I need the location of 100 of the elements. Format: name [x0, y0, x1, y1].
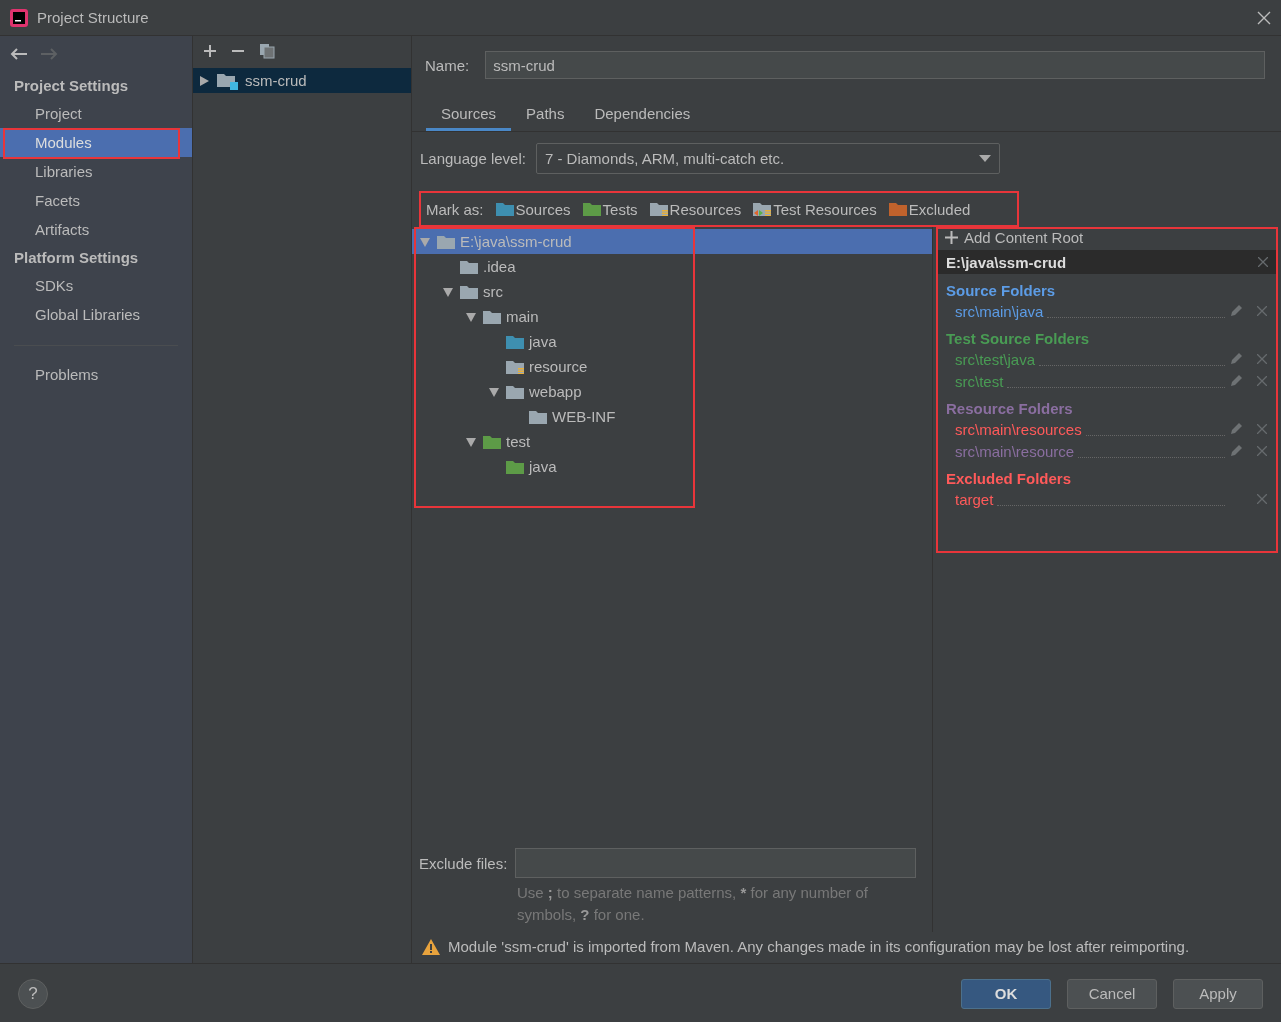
folder-path: src\main\java — [955, 302, 1044, 320]
resource-folder-icon — [649, 202, 668, 216]
tree-item[interactable]: webapp — [412, 379, 932, 404]
sidebar-item[interactable]: Problems — [0, 360, 192, 389]
tree-item[interactable]: WEB-INF — [412, 404, 932, 429]
sidebar-item[interactable]: Libraries — [0, 157, 192, 186]
sidebar-item[interactable]: SDKs — [0, 271, 192, 300]
folder-path: src\main\resource — [955, 442, 1075, 460]
hint-text: Use ; to separate name patterns, * for any number of symbols, ? for one. — [516, 883, 870, 925]
folder-label: src — [483, 283, 503, 300]
tree-item[interactable]: src — [412, 279, 932, 304]
forward-arrow-icon[interactable] — [40, 47, 58, 61]
resource-folder-icon — [506, 359, 524, 374]
folder-icon — [495, 202, 514, 216]
pencil-icon[interactable] — [1229, 352, 1243, 366]
sidebar-item[interactable]: Global Libraries — [0, 300, 192, 329]
folder-icon — [529, 409, 547, 424]
tree-item[interactable]: test — [412, 429, 932, 454]
help-button[interactable]: ? — [18, 978, 48, 1009]
folder-path: src\test\java — [955, 350, 1036, 368]
dialog-button[interactable]: OK — [961, 978, 1051, 1009]
content-root-path: E:\java\ssm-crud — [946, 253, 1067, 271]
dialog-button[interactable]: Cancel — [1067, 978, 1157, 1009]
back-arrow-icon[interactable] — [10, 47, 28, 61]
folder-label: java — [529, 333, 557, 350]
exclude-files-label: Exclude files: — [419, 854, 508, 872]
pencil-icon[interactable] — [1229, 444, 1243, 458]
folder-icon — [460, 259, 478, 274]
pencil-icon[interactable] — [1229, 374, 1243, 388]
folder-label: E:\java\ssm-crud — [460, 233, 572, 250]
folder-label: main — [506, 308, 539, 325]
sidebar-group-title: Platform Settings — [13, 248, 140, 268]
exclude-files-field[interactable] — [515, 848, 917, 878]
copy-icon[interactable] — [259, 43, 275, 59]
expand-arrow-icon[interactable] — [197, 74, 211, 87]
window-title: Project Structure — [37, 9, 150, 26]
tab[interactable]: Paths — [511, 101, 580, 131]
expand-arrow-icon[interactable] — [487, 385, 501, 398]
tree-item[interactable]: main — [412, 304, 932, 329]
folder-group-title: Resource Folders — [945, 399, 1074, 418]
expand-arrow-icon[interactable] — [464, 435, 478, 448]
resource-folder-icon — [753, 202, 772, 216]
folder-icon — [506, 459, 524, 474]
module-item[interactable]: ssm-crud — [193, 68, 411, 93]
mark-as-button[interactable]: Resources — [649, 200, 742, 218]
pencil-icon[interactable] — [1229, 422, 1243, 436]
sidebar-group-title: Project Settings — [13, 76, 130, 96]
add-content-root-button[interactable]: Add Content Root — [933, 227, 1096, 247]
tree-item[interactable]: java — [412, 454, 932, 479]
folder-icon — [888, 202, 907, 216]
sidebar-item[interactable]: Project — [0, 99, 192, 128]
folder-path: target — [955, 490, 994, 508]
tree-item[interactable]: .idea — [412, 254, 932, 279]
folder-icon — [460, 284, 478, 299]
folder-icon — [437, 234, 455, 249]
warning-text: Module 'ssm-crud' is imported from Maven. Any changes made in its configuration may be lost after reimporting. — [448, 938, 1190, 955]
tree-item[interactable]: java — [412, 329, 932, 354]
app-logo-icon — [10, 8, 28, 27]
folder-label: test — [506, 433, 531, 450]
folder-label: java — [529, 458, 557, 475]
folder-group-title: Excluded Folders — [945, 469, 1073, 488]
language-level-dropdown[interactable]: 7 - Diamonds, ARM, multi-catch etc. — [535, 143, 1000, 174]
folder-icon — [483, 434, 501, 449]
folder-label: resource — [529, 358, 588, 375]
folder-icon — [483, 309, 501, 324]
caret-icon — [978, 155, 991, 162]
sidebar-item[interactable]: Modules — [0, 128, 192, 157]
folder-group-title: Test Source Folders — [945, 329, 1091, 348]
module-folder-icon — [217, 71, 239, 90]
folder-label: webapp — [529, 383, 582, 400]
language-level-label: Language level: — [420, 150, 526, 167]
folder-icon — [506, 334, 524, 349]
close-icon[interactable] — [1258, 257, 1268, 267]
folder-path: src\test — [955, 372, 1004, 390]
expand-arrow-icon[interactable] — [441, 285, 455, 298]
add-icon[interactable] — [203, 44, 217, 58]
mark-as-label: Mark as: — [426, 200, 484, 218]
mark-as-button[interactable]: Test Resources — [753, 200, 877, 218]
dialog-button[interactable]: Apply — [1173, 978, 1263, 1009]
pencil-icon[interactable] — [1229, 304, 1243, 318]
folder-icon — [582, 202, 601, 216]
folder-icon — [506, 384, 524, 399]
expand-arrow-icon[interactable] — [464, 310, 478, 323]
tab[interactable]: Sources — [426, 101, 512, 131]
tree-item[interactable]: resource — [412, 354, 932, 379]
folder-label: WEB-INF — [552, 408, 616, 425]
sidebar-item[interactable]: Facets — [0, 186, 192, 215]
mark-as-button[interactable]: Tests — [582, 200, 638, 218]
module-name: ssm-crud — [245, 72, 307, 89]
tab[interactable]: Dependencies — [579, 101, 706, 131]
close-icon[interactable] — [1257, 10, 1271, 25]
folder-label: .idea — [483, 258, 516, 275]
name-field[interactable]: ssm-crud — [485, 51, 1265, 79]
folder-path: src\main\resources — [955, 420, 1082, 438]
sidebar-item[interactable]: Artifacts — [0, 215, 192, 244]
mark-as-button[interactable]: Sources — [495, 200, 571, 218]
mark-as-button[interactable]: Excluded — [888, 200, 971, 218]
folder-group-title: Source Folders — [945, 281, 1057, 300]
warning-icon — [422, 938, 440, 955]
name-label: Name: — [425, 56, 470, 74]
